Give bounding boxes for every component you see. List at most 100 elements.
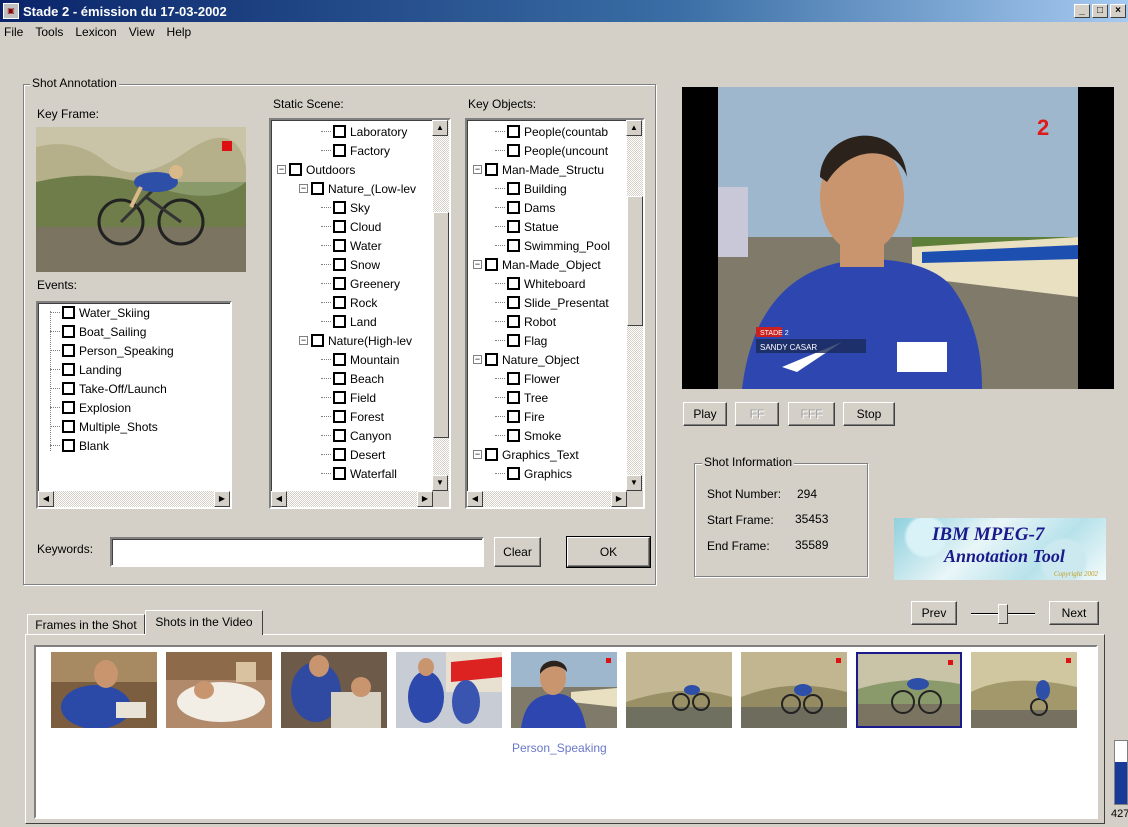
tab-frames-in-shot[interactable]: Frames in the Shot	[27, 614, 145, 635]
scroll-right-icon[interactable]: ▶	[214, 491, 230, 507]
tree-node[interactable]: Water	[321, 236, 382, 255]
tree-node[interactable]: Canyon	[321, 426, 391, 445]
shot-thumbnail[interactable]	[511, 652, 617, 728]
checkbox[interactable]	[507, 201, 520, 214]
key-objects-hscrollbar[interactable]: ◀ ▶	[467, 491, 627, 507]
ok-button[interactable]: OK	[566, 536, 651, 568]
tree-node[interactable]: Cloud	[321, 217, 381, 236]
tree-node[interactable]: Graphics	[495, 464, 572, 483]
scroll-down-icon[interactable]: ▼	[626, 475, 642, 491]
scroll-down-icon[interactable]: ▼	[432, 475, 448, 491]
checkbox[interactable]	[333, 144, 346, 157]
scroll-right-icon[interactable]: ▶	[417, 491, 433, 507]
tree-node[interactable]: − Nature(High-lev	[299, 331, 412, 350]
collapse-icon[interactable]: −	[473, 355, 482, 364]
scroll-left-icon[interactable]: ◀	[467, 491, 483, 507]
prev-button[interactable]: Prev	[911, 601, 957, 625]
tree-node[interactable]: Flower	[495, 369, 560, 388]
play-button[interactable]: Play	[683, 402, 727, 426]
list-item[interactable]: Take-Off/Launch	[50, 379, 167, 398]
tree-node[interactable]: Whiteboard	[495, 274, 585, 293]
tree-node[interactable]: Desert	[321, 445, 385, 464]
scroll-right-icon[interactable]: ▶	[611, 491, 627, 507]
tab-shots-in-video[interactable]: Shots in the Video	[145, 610, 263, 635]
scroll-up-icon[interactable]: ▲	[432, 120, 448, 136]
tree-node[interactable]: Slide_Presentat	[495, 293, 609, 312]
shot-thumbnail[interactable]	[396, 652, 502, 728]
collapse-icon[interactable]: −	[473, 260, 482, 269]
tree-node[interactable]: − Outdoors	[277, 160, 355, 179]
checkbox[interactable]	[333, 315, 346, 328]
checkbox[interactable]	[311, 182, 324, 195]
checkbox[interactable]	[311, 334, 324, 347]
video-player[interactable]: STADE 2 SANDY CASAR 2	[682, 87, 1114, 389]
checkbox[interactable]	[333, 429, 346, 442]
shot-thumbnail[interactable]	[166, 652, 272, 728]
checkbox[interactable]	[507, 296, 520, 309]
maximize-button[interactable]: □	[1092, 4, 1108, 18]
list-item[interactable]: Boat_Sailing	[50, 322, 146, 341]
list-item[interactable]: Blank	[50, 436, 109, 455]
tree-node[interactable]: Robot	[495, 312, 556, 331]
checkbox[interactable]	[507, 334, 520, 347]
scroll-left-icon[interactable]: ◀	[38, 491, 54, 507]
checkbox[interactable]	[507, 277, 520, 290]
app-icon[interactable]: ▣	[3, 3, 19, 19]
collapse-icon[interactable]: −	[299, 184, 308, 193]
checkbox[interactable]	[507, 182, 520, 195]
checkbox[interactable]	[507, 315, 520, 328]
collapse-icon[interactable]: −	[473, 450, 482, 459]
checkbox[interactable]	[507, 144, 520, 157]
tree-node[interactable]: Flag	[495, 331, 547, 350]
menu-view[interactable]: View	[129, 25, 155, 39]
shot-thumbnail[interactable]	[626, 652, 732, 728]
tree-node[interactable]: Building	[495, 179, 567, 198]
checkbox[interactable]	[333, 372, 346, 385]
tree-node[interactable]: Rock	[321, 293, 377, 312]
checkbox[interactable]	[289, 163, 302, 176]
list-item[interactable]: Landing	[50, 360, 122, 379]
collapse-icon[interactable]: −	[299, 336, 308, 345]
tree-node[interactable]: Mountain	[321, 350, 399, 369]
checkbox[interactable]	[333, 448, 346, 461]
checkbox[interactable]	[507, 391, 520, 404]
tree-node[interactable]: Statue	[495, 217, 559, 236]
tree-node[interactable]: − Graphics_Text	[473, 445, 579, 464]
tree-node[interactable]: Forest	[321, 407, 384, 426]
checkbox[interactable]	[507, 372, 520, 385]
list-item[interactable]: Explosion	[50, 398, 131, 417]
events-hscrollbar[interactable]: ◀ ▶	[38, 491, 230, 507]
shot-thumbnail[interactable]	[51, 652, 157, 728]
tree-node[interactable]: Field	[321, 388, 376, 407]
navigation-slider[interactable]	[967, 604, 1039, 624]
tree-node[interactable]: Swimming_Pool	[495, 236, 610, 255]
checkbox[interactable]	[485, 353, 498, 366]
checkbox[interactable]	[485, 258, 498, 271]
scroll-up-icon[interactable]: ▲	[626, 120, 642, 136]
ff-button[interactable]: FF	[735, 402, 779, 426]
checkbox[interactable]	[62, 344, 75, 357]
tree-node[interactable]: Dams	[495, 198, 555, 217]
shot-thumbnail-selected[interactable]	[856, 652, 962, 728]
list-item[interactable]: Water_Skiing	[50, 303, 150, 322]
checkbox[interactable]	[485, 448, 498, 461]
tree-node[interactable]: − Man-Made_Object	[473, 255, 601, 274]
close-button[interactable]: ×	[1110, 4, 1126, 18]
fff-button[interactable]: FFF	[788, 402, 835, 426]
checkbox[interactable]	[507, 125, 520, 138]
checkbox[interactable]	[333, 239, 346, 252]
checkbox[interactable]	[507, 467, 520, 480]
checkbox[interactable]	[333, 220, 346, 233]
minimize-button[interactable]: _	[1074, 4, 1090, 18]
checkbox[interactable]	[333, 125, 346, 138]
tree-node[interactable]: − Man-Made_Structu	[473, 160, 604, 179]
checkbox[interactable]	[333, 410, 346, 423]
tree-node[interactable]: Smoke	[495, 426, 561, 445]
checkbox[interactable]	[62, 420, 75, 433]
tree-node[interactable]: Greenery	[321, 274, 400, 293]
tree-node[interactable]: People(countab	[495, 122, 608, 141]
tree-node[interactable]: − Nature_Object	[473, 350, 579, 369]
events-list[interactable]: Water_Skiing Boat_Sailing Person_Speakin…	[36, 301, 232, 509]
checkbox[interactable]	[333, 258, 346, 271]
tree-node[interactable]: − Nature_(Low-lev	[299, 179, 416, 198]
